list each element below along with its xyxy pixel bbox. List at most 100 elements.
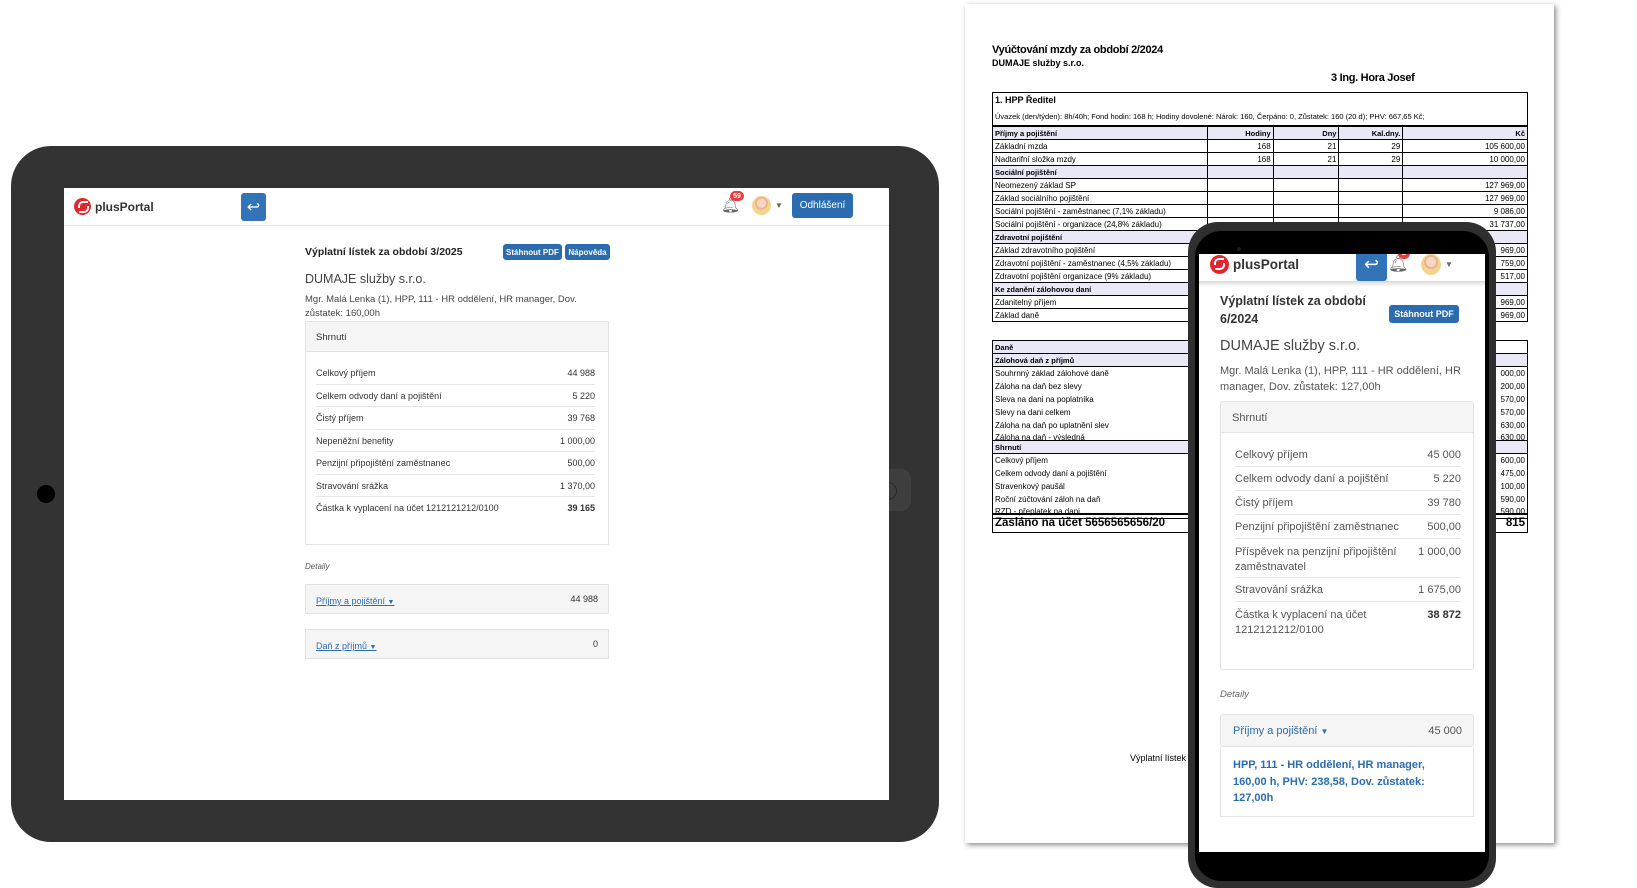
- employment-info-line: 127,00h: [1233, 792, 1274, 804]
- page-title-line: 6/2024: [1220, 312, 1259, 326]
- employee-info-line: Mgr. Malá Lenka (1), HPP, 111 - HR odděl…: [305, 294, 577, 305]
- summary-value: 1 675,00: [1418, 584, 1461, 596]
- page-title-line: Výplatní lístek za období: [1220, 294, 1366, 308]
- summary-value: 5 220: [1433, 473, 1461, 485]
- plusportal-logo-icon: [74, 198, 91, 215]
- phone-camera: [1237, 247, 1241, 251]
- user-avatar[interactable]: [752, 196, 771, 215]
- summary-card: Shrnutí Celkový příjem 45 000 Celkem odv…: [1220, 401, 1474, 670]
- download-pdf-button[interactable]: Stáhnout PDF: [503, 244, 562, 260]
- summary-row: Penzijní připojištění zaměstnanec 500,00: [1235, 515, 1461, 539]
- income-link[interactable]: Příjmy a pojištění ▼: [316, 596, 394, 606]
- doc-cell: 29: [1338, 139, 1404, 153]
- summary-value: 44 988: [567, 368, 595, 378]
- summary-row-total: Částka k vyplacení na účet 1212121212/01…: [316, 497, 595, 520]
- summary-card-title: Shrnutí: [1221, 402, 1473, 433]
- summary-value: 45 000: [1427, 449, 1461, 461]
- doc-cell: Celkový příjem: [992, 453, 1208, 467]
- doc-section-info: Úvazek (den/týden): 8h/40h; Fond hodin: …: [995, 112, 1425, 121]
- employee-info: Mgr. Malá Lenka (1), HPP, 111 - HR odděl…: [1220, 363, 1461, 395]
- income-value: 44 988: [570, 594, 598, 604]
- doc-cell: Základ daně: [992, 308, 1208, 322]
- doc-row: Základ sociálního pojištění 127 969,00: [992, 191, 1528, 205]
- doc-header-cell: Hodiny: [1206, 126, 1274, 140]
- doc-header-cell: Příjmy a pojištění: [992, 126, 1208, 140]
- income-link[interactable]: Příjmy a pojištění ▼: [1233, 725, 1328, 737]
- doc-cell: Neomezený základ SP: [992, 178, 1208, 192]
- summary-label: Příspěvek na penzijní připojištění zaměst…: [1235, 545, 1396, 575]
- summary-value: 38 872: [1427, 609, 1461, 621]
- income-panel[interactable]: Příjmy a pojištění ▼ 45 000: [1220, 714, 1474, 747]
- doc-cell: Základní mzda: [992, 139, 1208, 153]
- doc-row: Neomezený základ SP 127 969,00: [992, 178, 1528, 192]
- details-label: Detaily: [1220, 689, 1250, 700]
- doc-footer: Výplatní lístek: [1130, 753, 1187, 763]
- doc-cell: Základ sociálního pojištění: [992, 191, 1208, 205]
- back-button[interactable]: ↩: [241, 193, 266, 221]
- summary-row: Nepeněžní benefity 1 000,00: [316, 430, 595, 452]
- tax-link[interactable]: Daň z příjmů ▼: [316, 641, 376, 651]
- summary-value: 39 768: [567, 413, 595, 423]
- doc-cell: Sociální pojištění - zaměstnanec (7,1% z…: [992, 204, 1208, 218]
- summary-value: 1 000,00: [1418, 546, 1461, 558]
- page-title: Výplatní lístek za období 6/2024: [1220, 292, 1366, 328]
- doc-section-box: 1. HPP Ředitel Úvazek (den/týden): 8h/40…: [992, 92, 1528, 126]
- back-icon: ↩: [246, 199, 261, 216]
- doc-header-cell: Kč: [1402, 126, 1528, 140]
- doc-cell: Zdanitelný příjem: [992, 295, 1208, 309]
- logo-text: plusPortal: [95, 199, 154, 214]
- doc-cell: 29: [1338, 152, 1404, 166]
- details-label: Detaily: [305, 562, 330, 571]
- income-value: 45 000: [1428, 725, 1462, 737]
- download-pdf-button[interactable]: Stáhnout PDF: [1389, 305, 1459, 323]
- summary-label: Čistý příjem: [1235, 497, 1294, 509]
- phone-screen: plusPortal ↩ 🔔︎ 2 ▼ Výplatní lístek za o…: [1199, 254, 1485, 852]
- doc-cell: Sociální pojištění: [992, 165, 1208, 179]
- employment-info: HPP, 111 - HR oddělení, HR manager, 160,…: [1233, 757, 1425, 807]
- doc-cell: Shrnutí: [992, 440, 1208, 454]
- plusportal-logo[interactable]: plusPortal: [1210, 254, 1299, 275]
- plusportal-logo[interactable]: plusPortal: [74, 198, 154, 215]
- doc-cell: 168: [1206, 152, 1274, 166]
- tablet-camera: [37, 485, 55, 503]
- doc-section-row: Sociální pojištění: [992, 165, 1528, 179]
- tax-panel[interactable]: Daň z příjmů ▼ 0: [305, 629, 609, 659]
- summary-label: Penzijní připojištění zaměstnanec: [316, 458, 451, 468]
- doc-cell: Celkem odvody daní a pojištění: [992, 466, 1208, 480]
- summary-label: Částka k vyplacení na účet 1212121212/01…: [316, 503, 499, 513]
- doc-row: Nadtarifní složka mzdy 168 21 29 10 000,…: [992, 152, 1528, 166]
- summary-value: 39 165: [567, 503, 595, 513]
- income-panel[interactable]: Příjmy a pojištění ▼ 44 988: [305, 584, 609, 614]
- income-details-panel: HPP, 111 - HR oddělení, HR manager, 160,…: [1220, 747, 1474, 817]
- company-name: DUMAJE služby s.r.o.: [1220, 338, 1361, 354]
- doc-cell: 9 086,00: [1402, 204, 1528, 218]
- doc-cell: Zálohová daň z příjmů: [992, 353, 1208, 367]
- summary-label: Celkem odvody daní a pojištění: [1235, 473, 1389, 485]
- doc-row: Sociální pojištění - zaměstnanec (7,1% z…: [992, 204, 1528, 218]
- summary-label-line: Částka k vyplacení na účet: [1235, 609, 1367, 621]
- page-title: Výplatní lístek za období 3/2025: [305, 246, 463, 258]
- user-avatar[interactable]: [1421, 254, 1441, 275]
- summary-card-title: Shrnutí: [306, 322, 608, 352]
- summary-label: Penzijní připojištění zaměstnanec: [1235, 521, 1399, 533]
- summary-list: Celkový příjem 44 988 Celkem odvody daní…: [306, 352, 608, 520]
- summary-row: Celkem odvody daní a pojištění 5 220: [316, 385, 595, 407]
- doc-header-cell: Dny: [1272, 126, 1340, 140]
- summary-label-line: Příspěvek na penzijní připojištění: [1235, 546, 1397, 558]
- summary-value: 1 370,00: [559, 480, 595, 491]
- notification-badge: 59: [730, 191, 744, 201]
- logout-button[interactable]: Odhlášení: [792, 193, 853, 218]
- summary-label: Celkový příjem: [1235, 449, 1308, 461]
- help-button[interactable]: Nápověda: [565, 244, 610, 260]
- back-icon: ↩: [1363, 254, 1380, 274]
- summary-label: Celkem odvody daní a pojištění: [316, 390, 442, 401]
- summary-value: 5 220: [572, 390, 595, 401]
- summary-value: 500,00: [1427, 521, 1461, 533]
- avatar-chevron-down-icon[interactable]: ▼: [775, 201, 783, 210]
- employment-info-line: HPP, 111 - HR oddělení, HR manager,: [1233, 759, 1425, 771]
- summary-value: 1 000,00: [559, 435, 595, 446]
- summary-label: Stravování srážka: [1235, 584, 1324, 596]
- avatar-chevron-down-icon[interactable]: ▼: [1445, 260, 1453, 269]
- back-button[interactable]: ↩: [1356, 254, 1387, 281]
- summary-label: Celkový příjem: [316, 368, 376, 378]
